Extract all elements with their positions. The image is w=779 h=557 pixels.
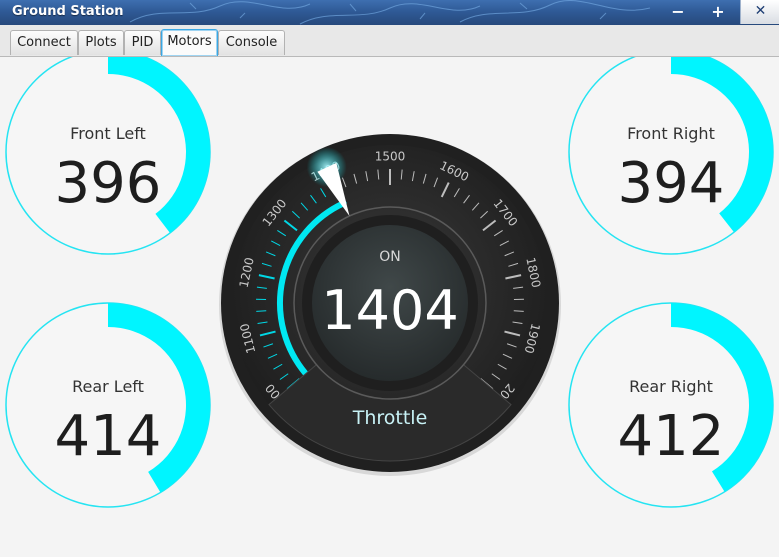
throttle-status: ON (379, 249, 401, 265)
motors-panel: Front Left 396 Front Right 394 Rear Left… (0, 57, 779, 557)
app-window: Ground Station − + ✕ Connect Plots PID M… (0, 0, 779, 557)
throttle-gauge: 1000110012001300140015001600170018001900… (219, 134, 561, 476)
motor-gauge-front-left: Front Left 396 (5, 57, 211, 255)
throttle-value: 1404 (321, 279, 458, 342)
motor-label: Front Right (627, 124, 715, 143)
motor-label: Front Left (70, 124, 146, 143)
window-title: Ground Station (12, 4, 124, 19)
throttle-label: Throttle (352, 407, 428, 429)
close-button[interactable]: ✕ (740, 0, 779, 24)
motor-label: Rear Left (72, 377, 144, 396)
tab-pid[interactable]: PID (124, 30, 161, 55)
tab-connect[interactable]: Connect (10, 30, 78, 55)
title-bar[interactable]: Ground Station − + ✕ (0, 0, 779, 25)
motor-value: 396 (55, 151, 162, 216)
tab-plots[interactable]: Plots (78, 30, 124, 55)
motor-gauge-rear-right: Rear Right 412 (568, 302, 774, 508)
tab-console[interactable]: Console (218, 30, 285, 55)
throttle-tick (513, 310, 524, 312)
throttle-tick-label: 1500 (375, 150, 406, 164)
motor-value: 412 (618, 404, 725, 469)
gauges-canvas: Front Left 396 Front Right 394 Rear Left… (5, 57, 774, 508)
minimize-button[interactable]: − (659, 0, 697, 24)
throttle-tick (256, 310, 267, 312)
maximize-button[interactable]: + (699, 0, 737, 24)
tab-motors[interactable]: Motors (161, 29, 218, 56)
motor-label: Rear Right (629, 377, 713, 396)
tab-bar: Connect Plots PID Motors Console (0, 25, 779, 57)
motor-gauge-front-right: Front Right 394 (568, 57, 774, 255)
motor-value: 414 (55, 404, 162, 469)
motor-value: 394 (618, 151, 725, 216)
motor-gauge-rear-left: Rear Left 414 (5, 302, 211, 508)
